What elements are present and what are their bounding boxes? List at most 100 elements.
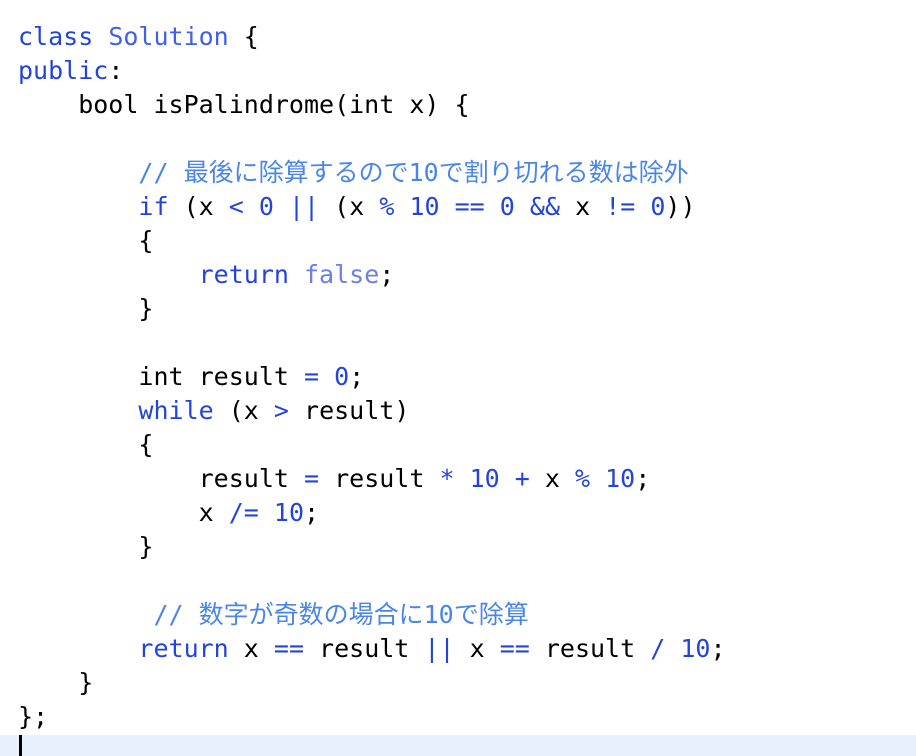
code-line[interactable]: {	[0, 428, 916, 462]
code-token-kw: class	[18, 22, 94, 51]
code-token-pl: (x	[213, 396, 274, 425]
code-token-kw: if	[138, 192, 169, 221]
code-line[interactable]: }	[0, 292, 916, 326]
code-token-pl: result	[18, 464, 304, 493]
code-line[interactable]: result = result * 10 + x % 10;	[0, 462, 916, 496]
code-token-pl: int result	[18, 362, 304, 391]
code-token-op: &&	[529, 192, 561, 221]
code-token-op: ||	[289, 192, 320, 221]
code-token-num: 10	[273, 498, 304, 527]
code-token-op: %	[379, 192, 395, 221]
code-token-pl: result	[304, 634, 425, 663]
code-line[interactable]: return false;	[0, 258, 916, 292]
code-token-cmt: // 数字が奇数の場合に10で除算	[153, 600, 529, 629]
code-token-op: /	[650, 634, 666, 663]
code-token-pl: {	[18, 430, 154, 459]
code-token-op: /=	[228, 498, 259, 527]
code-line[interactable]	[0, 326, 916, 360]
code-line[interactable]: };	[0, 700, 916, 734]
code-token-pl: result	[529, 634, 651, 663]
code-token-num: 10	[469, 464, 500, 493]
code-token-pl: {	[228, 22, 259, 51]
code-line[interactable]: public:	[0, 54, 916, 88]
code-token-pl: x	[228, 634, 274, 663]
code-token-num: 0	[258, 192, 274, 221]
code-line[interactable]	[0, 122, 916, 156]
code-token-op: *	[439, 464, 455, 493]
code-token-kw: return	[198, 260, 289, 289]
code-line[interactable]: class Solution {	[0, 20, 916, 54]
code-token-pl: {	[18, 226, 154, 255]
code-token-lit: false	[304, 260, 380, 289]
code-line[interactable]: bool isPalindrome(int x) {	[0, 88, 916, 122]
code-token-pl: :	[108, 56, 124, 85]
code-editor[interactable]: class Solution {public: bool isPalindrom…	[0, 0, 916, 756]
code-token-type: Solution	[108, 22, 229, 51]
code-token-pl: (x	[168, 192, 229, 221]
code-token-num: 10	[605, 464, 636, 493]
code-line[interactable]: return x == result || x == result / 10;	[0, 632, 916, 666]
code-token-op: ||	[424, 634, 455, 663]
code-token-pl: (x	[319, 192, 380, 221]
code-token-pl: ;	[304, 498, 320, 527]
code-line[interactable]: if (x < 0 || (x % 10 == 0 && x != 0))	[0, 190, 916, 224]
code-token-num: 0	[499, 192, 515, 221]
code-line[interactable]: // 最後に除算するので10で割り切れる数は除外	[0, 156, 916, 190]
code-line[interactable]: }	[0, 666, 916, 700]
code-text-area[interactable]: class Solution {public: bool isPalindrom…	[0, 20, 916, 734]
code-token-pl: ;	[710, 634, 726, 663]
code-line[interactable]: x /= 10;	[0, 496, 916, 530]
code-token-cmt: // 最後に除算するので10で割り切れる数は除外	[138, 158, 689, 187]
code-token-kw: public	[18, 56, 109, 85]
code-token-op: ==	[273, 634, 304, 663]
code-token-op: +	[514, 464, 530, 493]
code-token-pl: }	[18, 532, 154, 561]
code-token-kw: while	[138, 396, 214, 425]
code-token-pl: result)	[288, 396, 410, 425]
code-token-op: ==	[454, 192, 485, 221]
code-token-op: <	[228, 192, 244, 221]
code-token-pl: ;	[349, 362, 365, 391]
code-line[interactable]: int result = 0;	[0, 360, 916, 394]
code-token-num: 10	[680, 634, 711, 663]
code-line[interactable]: while (x > result)	[0, 394, 916, 428]
code-token-pl: }	[18, 668, 94, 697]
code-line[interactable]: }	[0, 530, 916, 564]
code-line[interactable]	[0, 564, 916, 598]
code-token-pl: };	[18, 702, 49, 731]
code-token-pl: }	[18, 294, 154, 323]
code-line[interactable]: {	[0, 224, 916, 258]
code-token-num: 0	[650, 192, 666, 221]
code-token-pl: ))	[665, 192, 696, 221]
code-token-pl: x	[560, 192, 606, 221]
code-token-num: 10	[409, 192, 440, 221]
code-token-pl: x	[529, 464, 575, 493]
code-token-num: 0	[334, 362, 350, 391]
code-line[interactable]: // 数字が奇数の場合に10で除算	[0, 598, 916, 632]
code-token-pl: ;	[635, 464, 651, 493]
code-token-op: ==	[499, 634, 530, 663]
code-token-op: =	[303, 362, 320, 391]
code-token-op: %	[574, 464, 591, 493]
